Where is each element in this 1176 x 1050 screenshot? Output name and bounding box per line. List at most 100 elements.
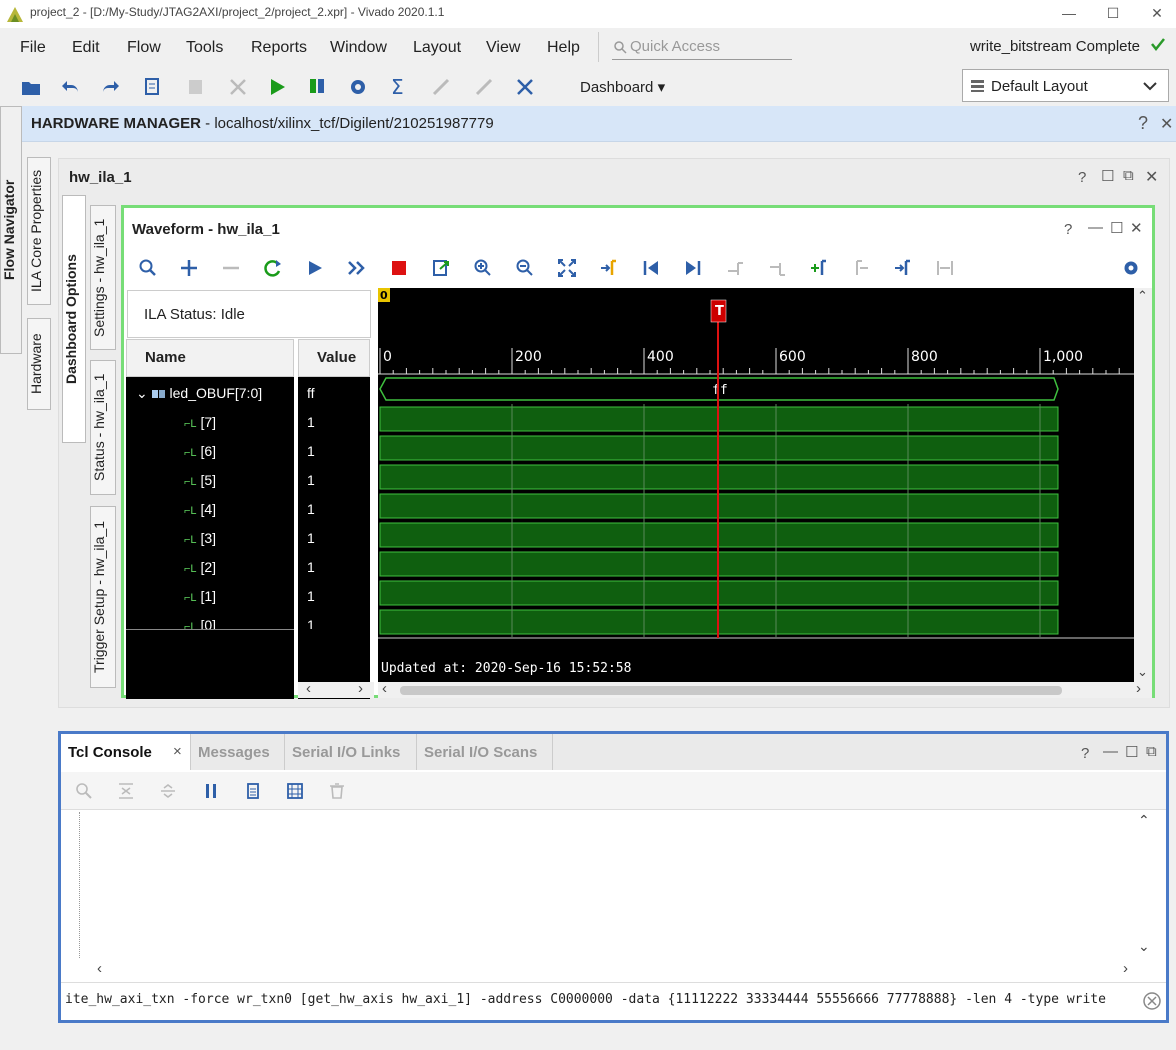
tcl-command-input[interactable]: ite_hw_axi_txn -force wr_txn0 [get_hw_ax… xyxy=(65,987,1163,1015)
layout-select[interactable]: Default Layout xyxy=(962,69,1169,102)
open-project-icon[interactable] xyxy=(20,76,42,98)
menu-tools[interactable]: Tools xyxy=(186,39,223,57)
run-continuous-icon[interactable] xyxy=(347,259,367,277)
add-marker-icon[interactable] xyxy=(810,259,828,277)
menu-edit[interactable]: Edit xyxy=(72,39,100,57)
scroll-up-icon[interactable]: ⌃ xyxy=(1137,288,1148,304)
bit-row[interactable]: ⌐L [1] xyxy=(184,588,216,604)
run-trigger-icon[interactable] xyxy=(306,259,324,277)
export-icon[interactable] xyxy=(432,259,450,277)
value-header[interactable]: Value xyxy=(298,339,370,377)
waveform-minimize-icon[interactable]: — xyxy=(1088,219,1103,236)
zoom-fit-icon[interactable] xyxy=(558,259,576,277)
copy-icon[interactable] xyxy=(142,76,164,98)
console-horizontal-scrollbar[interactable]: ‹ › xyxy=(97,960,1147,979)
scroll-left-icon[interactable]: ‹ xyxy=(382,680,387,697)
scroll-left-icon[interactable]: ‹ xyxy=(306,680,311,697)
clear-input-icon[interactable] xyxy=(1143,992,1161,1010)
menu-flow[interactable]: Flow xyxy=(127,39,161,57)
help-button[interactable]: ? xyxy=(1138,113,1148,134)
bus-row[interactable]: ⌄ led_OBUF[7:0] xyxy=(136,385,262,402)
table-view-icon[interactable] xyxy=(287,783,303,799)
pause-output-icon[interactable] xyxy=(203,783,219,799)
bit-row[interactable]: ⌐L [0] xyxy=(184,617,216,629)
waveform-settings-gear-icon[interactable] xyxy=(1122,259,1140,277)
ila-help-icon[interactable]: ? xyxy=(1078,169,1086,186)
bit-row[interactable]: ⌐L [7] xyxy=(184,414,216,430)
console-output[interactable]: ⌃ ⌄ xyxy=(79,812,1165,958)
console-help-icon[interactable]: ? xyxy=(1081,745,1089,762)
waveform-canvas[interactable]: 0 0 200 400 600 800 1,000 ff T Updated a… xyxy=(378,288,1134,682)
waveform-display[interactable]: 0 0 200 400 600 800 1,000 ff T Updated a… xyxy=(378,288,1134,682)
name-horizontal-scrollbar[interactable]: ‹ › xyxy=(298,680,374,698)
console-float-icon[interactable]: ⧉ xyxy=(1146,743,1157,760)
next-marker-icon[interactable] xyxy=(894,259,912,277)
menu-window[interactable]: Window xyxy=(330,39,387,57)
zoom-out-icon[interactable] xyxy=(516,259,534,277)
ila-core-properties-tab[interactable]: ILA Core Properties xyxy=(27,157,51,305)
add-icon[interactable] xyxy=(180,259,198,277)
menu-view[interactable]: View xyxy=(486,39,520,57)
ila-close-icon[interactable]: ✕ xyxy=(1145,167,1158,187)
waveform-help-icon[interactable]: ? xyxy=(1064,221,1072,238)
scroll-up-icon[interactable]: ⌃ xyxy=(1138,812,1150,829)
tab-messages[interactable]: Messages xyxy=(191,734,285,770)
close-hw-manager-button[interactable]: ✕ xyxy=(1160,114,1173,134)
tab-tcl-console[interactable]: Tcl Console × xyxy=(61,734,191,770)
trigger-setup-tab[interactable]: Trigger Setup - hw_ila_1 xyxy=(90,506,116,688)
expand-chevron-icon[interactable]: ⌄ xyxy=(136,385,148,401)
bit-row[interactable]: ⌐L [4] xyxy=(184,501,216,517)
copy-icon[interactable] xyxy=(245,783,261,799)
ila-maximize-icon[interactable]: ☐ xyxy=(1101,167,1114,185)
menu-layout[interactable]: Layout xyxy=(413,39,461,57)
bit-row[interactable]: ⌐L [3] xyxy=(184,530,216,546)
ila-float-icon[interactable]: ⧉ xyxy=(1123,167,1134,184)
go-to-cursor-icon[interactable] xyxy=(600,259,618,277)
tab-serial-io-scans[interactable]: Serial I/O Scans xyxy=(417,734,553,770)
run-trigger-immediate-icon[interactable] xyxy=(264,259,282,277)
search-icon[interactable] xyxy=(139,259,157,277)
waveform-close-icon[interactable]: ✕ xyxy=(1130,219,1143,237)
close-window-button[interactable]: ✕ xyxy=(1134,2,1176,24)
scroll-thumb[interactable] xyxy=(400,686,1062,695)
scroll-left-icon[interactable]: ‹ xyxy=(97,960,102,977)
scroll-right-icon[interactable]: › xyxy=(1136,680,1141,697)
menu-file[interactable]: File xyxy=(20,39,46,57)
status-tab[interactable]: Status - hw_ila_1 xyxy=(90,360,116,495)
scroll-down-icon[interactable]: ⌄ xyxy=(1138,938,1150,955)
undo-icon[interactable] xyxy=(59,76,81,98)
redo-icon[interactable] xyxy=(100,76,122,98)
bit-row[interactable]: ⌐L [2] xyxy=(184,559,216,575)
program-device-icon[interactable] xyxy=(306,76,328,98)
dashboard-options-tab[interactable]: Dashboard Options xyxy=(62,195,86,443)
tab-serial-io-links[interactable]: Serial I/O Links xyxy=(285,734,417,770)
console-minimize-icon[interactable]: — xyxy=(1103,743,1118,760)
scroll-right-icon[interactable]: › xyxy=(1123,960,1128,977)
settings-tab[interactable]: Settings - hw_ila_1 xyxy=(90,205,116,350)
bit-row[interactable]: ⌐L [5] xyxy=(184,472,216,488)
menu-help[interactable]: Help xyxy=(547,39,580,57)
tab-close-icon[interactable]: × xyxy=(173,743,182,760)
waveform-horizontal-scrollbar[interactable]: ‹ › xyxy=(378,680,1152,698)
name-header[interactable]: Name xyxy=(126,339,294,377)
zoom-in-icon[interactable] xyxy=(474,259,492,277)
run-icon[interactable] xyxy=(266,76,288,98)
bit-row[interactable]: ⌐L [6] xyxy=(184,443,216,459)
settings-gear-icon[interactable] xyxy=(347,76,369,98)
quick-access-input[interactable]: Quick Access xyxy=(612,36,792,60)
minimize-button[interactable]: — xyxy=(1046,2,1092,24)
flow-navigator-tab[interactable]: Flow Navigator xyxy=(0,106,22,354)
console-maximize-icon[interactable]: ☐ xyxy=(1125,743,1138,761)
unrelated-tool-icon[interactable] xyxy=(514,76,536,98)
dashboard-dropdown[interactable]: Dashboard ▾ xyxy=(580,78,665,96)
go-to-last-time-icon[interactable] xyxy=(684,259,702,277)
waveform-vertical-scrollbar[interactable]: ⌃ ⌄ xyxy=(1134,288,1152,682)
hardware-tab[interactable]: Hardware xyxy=(27,318,51,410)
waveform-maximize-icon[interactable]: ☐ xyxy=(1110,219,1123,237)
menu-reports[interactable]: Reports xyxy=(251,39,307,57)
stop-trigger-icon[interactable] xyxy=(390,259,408,277)
scroll-down-icon[interactable]: ⌄ xyxy=(1137,664,1148,680)
scroll-right-icon[interactable]: › xyxy=(358,680,363,697)
sigma-icon[interactable]: Σ xyxy=(388,76,410,98)
go-to-time-zero-icon[interactable] xyxy=(642,259,660,277)
